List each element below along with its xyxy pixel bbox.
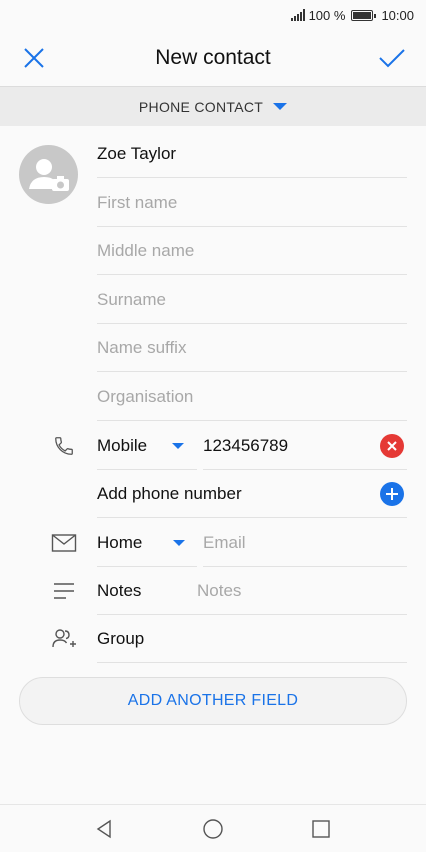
surname-placeholder: Surname: [97, 289, 166, 309]
dropdown-arrow-icon: [172, 442, 185, 449]
phone-type-value: Mobile: [97, 435, 148, 455]
organisation-placeholder: Organisation: [97, 386, 194, 406]
organisation-field[interactable]: Organisation: [97, 373, 407, 421]
phone-number-value: 123456789: [203, 435, 289, 455]
plus-icon: [386, 488, 398, 500]
account-selector[interactable]: PHONE CONTACT: [0, 86, 426, 126]
surname-field[interactable]: Surname: [97, 276, 407, 324]
group-icon: [50, 625, 78, 653]
remove-phone-button[interactable]: [380, 434, 404, 458]
page-title: New contact: [155, 46, 271, 69]
email-type-selector[interactable]: Home: [97, 519, 197, 567]
save-button[interactable]: [372, 38, 412, 78]
home-button[interactable]: [193, 809, 233, 849]
notes-field[interactable]: Notes Notes: [97, 567, 407, 615]
email-field[interactable]: Email: [203, 519, 407, 567]
battery-icon: [351, 9, 377, 21]
dropdown-arrow-icon: [173, 539, 186, 546]
close-button[interactable]: [14, 38, 54, 78]
signal-icon: [290, 9, 305, 21]
display-name-field[interactable]: Zoe Taylor: [97, 130, 407, 178]
close-icon: [387, 441, 397, 451]
name-suffix-field[interactable]: Name suffix: [97, 324, 407, 372]
email-type-value: Home: [97, 532, 143, 552]
email-placeholder: Email: [203, 532, 246, 552]
group-field[interactable]: Group: [97, 615, 407, 663]
dropdown-arrow-icon: [273, 103, 288, 110]
first-name-placeholder: First name: [97, 192, 178, 212]
group-label: Group: [97, 628, 145, 648]
add-phone-button[interactable]: [380, 482, 404, 506]
person-camera-icon: [29, 159, 69, 191]
recents-button[interactable]: [301, 809, 341, 849]
battery-percent: 100 %: [308, 7, 346, 23]
add-phone-number-label: Add phone number: [97, 483, 242, 503]
phone-number-field[interactable]: 123456789: [203, 422, 407, 470]
checkmark-icon: [379, 49, 405, 68]
middle-name-field[interactable]: Middle name: [97, 227, 407, 275]
notes-label: Notes: [97, 580, 142, 600]
email-icon: [50, 529, 78, 557]
add-another-field-button[interactable]: ADD ANOTHER FIELD: [19, 677, 407, 725]
phone-icon: [50, 432, 78, 460]
first-name-field[interactable]: First name: [97, 179, 407, 227]
back-triangle-icon: [96, 819, 111, 838]
add-photo-avatar[interactable]: [19, 145, 78, 204]
phone-type-selector[interactable]: Mobile: [97, 422, 197, 470]
name-suffix-placeholder: Name suffix: [97, 337, 187, 357]
back-button[interactable]: [85, 809, 125, 849]
middle-name-placeholder: Middle name: [97, 240, 195, 260]
add-phone-number-field[interactable]: Add phone number: [97, 470, 407, 518]
add-another-field-label: ADD ANOTHER FIELD: [127, 692, 299, 709]
account-label: PHONE CONTACT: [138, 98, 264, 115]
notes-placeholder: Notes: [197, 580, 242, 600]
home-circle-icon: [203, 818, 223, 839]
clock: 10:00: [381, 7, 414, 23]
app-header: New contact: [0, 30, 426, 86]
display-name-value: Zoe Taylor: [97, 143, 177, 163]
recents-square-icon: [312, 819, 330, 838]
navigation-bar: [0, 804, 426, 852]
notes-icon: [50, 577, 78, 605]
status-bar: 100 % 10:00: [0, 0, 426, 30]
close-icon: [24, 48, 44, 68]
